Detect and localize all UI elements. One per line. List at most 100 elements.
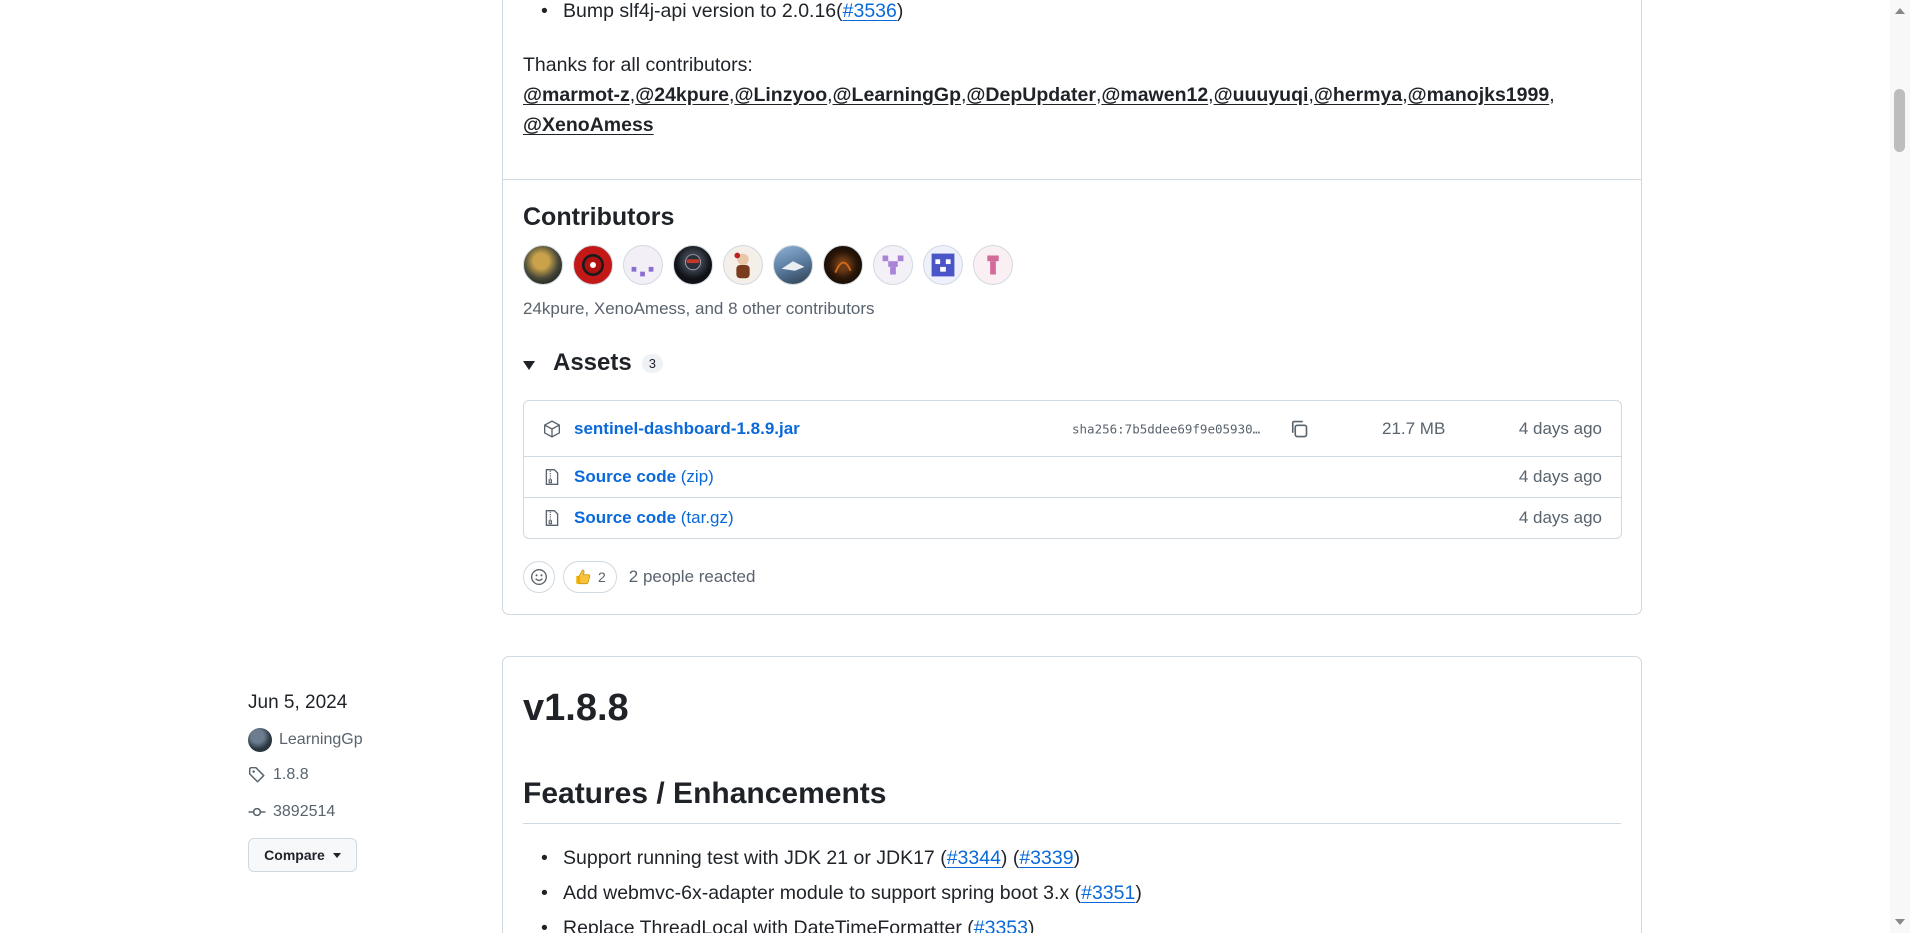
pr-link-3344[interactable]: #3344 bbox=[947, 847, 1001, 869]
asset-date: 4 days ago bbox=[1518, 418, 1602, 438]
avatar[interactable] bbox=[923, 245, 963, 285]
pr-link-3351[interactable]: #3351 bbox=[1081, 882, 1135, 904]
user-link[interactable]: @uuuyuqi bbox=[1214, 84, 1309, 106]
caret-down-icon bbox=[523, 360, 535, 370]
user-link[interactable]: @XenoAmess bbox=[523, 114, 654, 136]
user-link[interactable]: @Linzyoo bbox=[734, 84, 827, 106]
user-link[interactable]: @marmot-z bbox=[523, 84, 630, 106]
release-card-v1-8-8: v1.8.8 Features / Enhancements Support r… bbox=[502, 656, 1642, 933]
assets-count-badge: 3 bbox=[641, 353, 663, 373]
divider bbox=[503, 179, 1641, 180]
reaction-count: 2 bbox=[598, 569, 606, 585]
thumbs-up-reaction-button[interactable]: 2 bbox=[563, 561, 617, 593]
user-link[interactable]: @mawen12 bbox=[1101, 84, 1208, 106]
user-link[interactable]: @DepUpdater bbox=[966, 84, 1096, 106]
pr-link-3536[interactable]: #3536 bbox=[843, 0, 897, 22]
reactions-bar: 2 2 people reacted bbox=[523, 561, 755, 593]
user-link[interactable]: @manojks1999 bbox=[1408, 84, 1550, 106]
thanks-text: Thanks for all contributors: bbox=[523, 54, 753, 76]
release-note-text: ) bbox=[1135, 882, 1142, 904]
avatar[interactable] bbox=[973, 245, 1013, 285]
release-title[interactable]: v1.8.8 bbox=[523, 687, 629, 730]
avatar[interactable] bbox=[523, 245, 563, 285]
release-date-row: Jun 5, 2024 bbox=[248, 692, 347, 714]
avatar[interactable] bbox=[873, 245, 913, 285]
compare-label: Compare bbox=[264, 847, 325, 863]
thumbs-up-icon bbox=[576, 569, 591, 585]
commit-icon bbox=[248, 807, 266, 817]
smiley-icon bbox=[531, 569, 547, 585]
asset-name: Source code bbox=[574, 508, 677, 527]
asset-row: sentinel-dashboard-1.8.9.jar sha256:7b5d… bbox=[524, 401, 1621, 456]
compare-button[interactable]: Compare bbox=[248, 838, 357, 872]
assets-title: Assets bbox=[553, 349, 632, 376]
scrollbar-thumb[interactable] bbox=[1894, 89, 1905, 152]
package-icon bbox=[544, 419, 560, 438]
thanks-section: Thanks for all contributors: @marmot-z,@… bbox=[523, 50, 1623, 140]
avatar[interactable] bbox=[673, 245, 713, 285]
release-author: LearningGp bbox=[279, 731, 363, 748]
asset-name: sentinel-dashboard-1.8.9.jar bbox=[574, 418, 800, 438]
asset-size: 21.7 MB bbox=[1382, 418, 1446, 438]
release-note-text: ) bbox=[1073, 847, 1081, 869]
add-reaction-button[interactable] bbox=[523, 561, 555, 593]
user-link[interactable]: @hermya bbox=[1314, 84, 1402, 106]
release-note-text: Support running test with JDK 21 or JDK1… bbox=[563, 847, 947, 869]
release-note-item: Replace ThreadLocal with DateTimeFormatt… bbox=[541, 917, 1035, 933]
avatar[interactable] bbox=[773, 245, 813, 285]
contributor-avatars bbox=[523, 245, 1013, 285]
release-note-item: Support running test with JDK 21 or JDK1… bbox=[541, 847, 1081, 870]
avatar[interactable] bbox=[623, 245, 663, 285]
triangle-down-icon bbox=[332, 852, 341, 858]
release-note-item: Bump slf4j-api version to 2.0.16(#3536) bbox=[541, 0, 904, 23]
avatar[interactable] bbox=[723, 245, 763, 285]
file-zip-icon bbox=[545, 510, 559, 526]
file-zip-icon bbox=[545, 469, 559, 485]
release-card-v1-8-9: Bump slf4j-api version to 2.0.16(#3536) … bbox=[502, 0, 1642, 615]
user-link[interactable]: @24kpure bbox=[635, 84, 729, 106]
asset-sha: sha256:7b5ddee69f9e05930… bbox=[1072, 421, 1261, 436]
assets-toggle[interactable]: Assets 3 bbox=[523, 349, 663, 377]
section-heading: Features / Enhancements bbox=[523, 777, 887, 810]
release-note-item: Add webmvc-6x-adapter module to support … bbox=[541, 882, 1142, 905]
asset-date: 4 days ago bbox=[1518, 508, 1602, 527]
release-note-text: Add webmvc-6x-adapter module to support … bbox=[563, 882, 1082, 904]
release-note-text: Bump slf4j-api version to 2.0.16( bbox=[563, 0, 843, 22]
user-link[interactable]: @LearningGp bbox=[833, 84, 961, 106]
asset-date: 4 days ago bbox=[1518, 467, 1602, 486]
release-commit-row[interactable]: 3892514 bbox=[248, 803, 335, 821]
asset-row: Source code (tar.gz) 4 days ago bbox=[524, 497, 1621, 538]
reaction-summary: 2 people reacted bbox=[628, 567, 756, 586]
release-author-row[interactable]: LearningGp bbox=[248, 728, 363, 752]
tag-icon bbox=[248, 766, 265, 783]
contributors-title: Contributors bbox=[523, 203, 675, 231]
release-note-text: ) ( bbox=[1000, 847, 1020, 869]
avatar[interactable] bbox=[573, 245, 613, 285]
release-commit: 3892514 bbox=[273, 803, 336, 820]
asset-name: Source code bbox=[574, 467, 677, 486]
copy-icon[interactable] bbox=[1289, 419, 1309, 439]
release-note-text: Replace ThreadLocal with DateTimeFormatt… bbox=[563, 917, 974, 933]
pr-link-3339[interactable]: #3339 bbox=[1019, 847, 1073, 869]
asset-ext: (tar.gz) bbox=[676, 508, 734, 527]
scroll-up-arrow-icon[interactable] bbox=[1895, 8, 1905, 14]
release-tag: 1.8.8 bbox=[273, 766, 309, 783]
asset-row: Source code (zip) 4 days ago bbox=[524, 456, 1621, 497]
asset-ext: (zip) bbox=[676, 467, 714, 486]
release-date: Jun 5, 2024 bbox=[248, 692, 348, 713]
scroll-down-arrow-icon[interactable] bbox=[1895, 919, 1905, 925]
asset-link[interactable]: sentinel-dashboard-1.8.9.jar bbox=[574, 419, 800, 439]
page-scrollbar[interactable] bbox=[1890, 0, 1910, 933]
assets-list: sentinel-dashboard-1.8.9.jar sha256:7b5d… bbox=[523, 400, 1622, 539]
avatar bbox=[248, 728, 272, 752]
avatar[interactable] bbox=[823, 245, 863, 285]
thanks-users: @marmot-z,@24kpure,@Linzyoo,@LearningGp,… bbox=[523, 84, 1555, 136]
pr-link-3353[interactable]: #3353 bbox=[974, 917, 1028, 933]
divider bbox=[523, 823, 1621, 824]
asset-link[interactable]: Source code (tar.gz) bbox=[574, 508, 734, 528]
release-note-text: ) bbox=[1027, 917, 1035, 933]
asset-link[interactable]: Source code (zip) bbox=[574, 467, 714, 487]
release-tag-row[interactable]: 1.8.8 bbox=[248, 766, 309, 784]
contributors-summary: 24kpure, XenoAmess, and 8 other contribu… bbox=[523, 299, 875, 318]
release-note-text-end: ) bbox=[896, 0, 904, 22]
